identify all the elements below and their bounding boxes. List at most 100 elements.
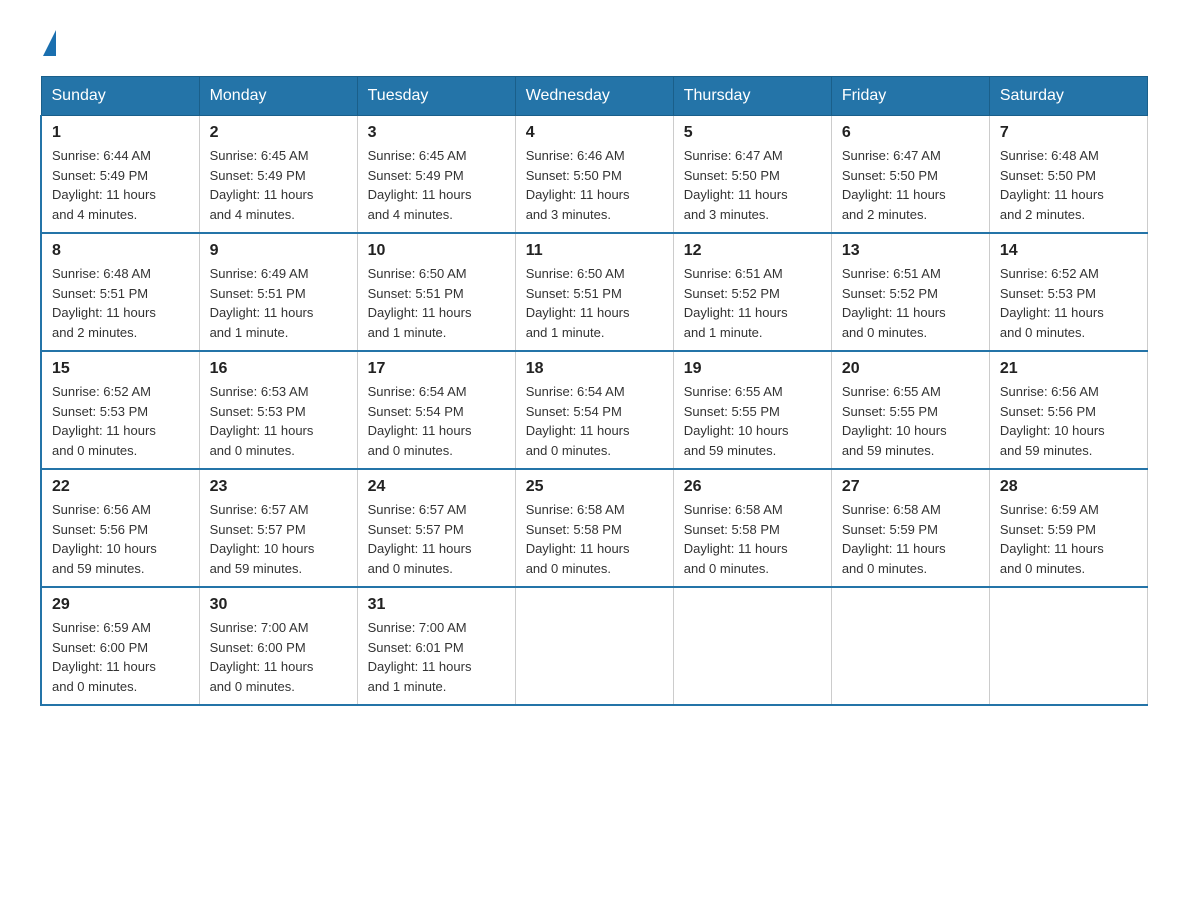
day-number: 13 — [842, 242, 979, 260]
calendar-day-cell: 9 Sunrise: 6:49 AMSunset: 5:51 PMDaylight… — [199, 233, 357, 351]
day-number: 7 — [1000, 124, 1137, 142]
day-info: Sunrise: 6:54 AMSunset: 5:54 PMDaylight:… — [526, 382, 663, 460]
calendar-header: SundayMondayTuesdayWednesdayThursdayFrid… — [41, 77, 1148, 116]
weekday-header-sunday: Sunday — [41, 77, 199, 116]
day-number: 17 — [368, 360, 505, 378]
day-number: 10 — [368, 242, 505, 260]
calendar-day-cell: 21 Sunrise: 6:56 AMSunset: 5:56 PMDayligh… — [989, 351, 1147, 469]
day-number: 5 — [684, 124, 821, 142]
calendar-day-cell — [515, 587, 673, 705]
day-info: Sunrise: 6:49 AMSunset: 5:51 PMDaylight:… — [210, 264, 347, 342]
day-info: Sunrise: 6:47 AMSunset: 5:50 PMDaylight:… — [684, 146, 821, 224]
day-info: Sunrise: 6:56 AMSunset: 5:56 PMDaylight:… — [1000, 382, 1137, 460]
day-info: Sunrise: 6:58 AMSunset: 5:58 PMDaylight:… — [526, 500, 663, 578]
day-info: Sunrise: 6:57 AMSunset: 5:57 PMDaylight:… — [368, 500, 505, 578]
day-number: 11 — [526, 242, 663, 260]
day-info: Sunrise: 7:00 AMSunset: 6:00 PMDaylight:… — [210, 618, 347, 696]
day-number: 21 — [1000, 360, 1137, 378]
calendar-day-cell — [673, 587, 831, 705]
calendar-day-cell: 19 Sunrise: 6:55 AMSunset: 5:55 PMDayligh… — [673, 351, 831, 469]
calendar-week-row: 29 Sunrise: 6:59 AMSunset: 6:00 PMDayligh… — [41, 587, 1148, 705]
calendar-day-cell: 1Sunrise: 6:44 AMSunset: 5:49 PMDaylight… — [41, 116, 199, 234]
calendar-day-cell: 12 Sunrise: 6:51 AMSunset: 5:52 PMDayligh… — [673, 233, 831, 351]
calendar-day-cell: 2 Sunrise: 6:45 AMSunset: 5:49 PMDaylight… — [199, 116, 357, 234]
calendar-day-cell — [989, 587, 1147, 705]
calendar-day-cell: 11 Sunrise: 6:50 AMSunset: 5:51 PMDayligh… — [515, 233, 673, 351]
weekday-header-saturday: Saturday — [989, 77, 1147, 116]
day-info: Sunrise: 7:00 AMSunset: 6:01 PMDaylight:… — [368, 618, 505, 696]
calendar-day-cell: 17 Sunrise: 6:54 AMSunset: 5:54 PMDayligh… — [357, 351, 515, 469]
calendar-day-cell: 15 Sunrise: 6:52 AMSunset: 5:53 PMDayligh… — [41, 351, 199, 469]
calendar-week-row: 15 Sunrise: 6:52 AMSunset: 5:53 PMDayligh… — [41, 351, 1148, 469]
calendar-day-cell: 6 Sunrise: 6:47 AMSunset: 5:50 PMDaylight… — [831, 116, 989, 234]
weekday-header-tuesday: Tuesday — [357, 77, 515, 116]
day-info: Sunrise: 6:54 AMSunset: 5:54 PMDaylight:… — [368, 382, 505, 460]
weekday-header-thursday: Thursday — [673, 77, 831, 116]
page-header — [40, 30, 1148, 56]
calendar-day-cell — [831, 587, 989, 705]
day-number: 25 — [526, 478, 663, 496]
weekday-header-monday: Monday — [199, 77, 357, 116]
day-number: 27 — [842, 478, 979, 496]
calendar-day-cell: 5 Sunrise: 6:47 AMSunset: 5:50 PMDaylight… — [673, 116, 831, 234]
day-info: Sunrise: 6:58 AMSunset: 5:59 PMDaylight:… — [842, 500, 979, 578]
day-info: Sunrise: 6:48 AMSunset: 5:50 PMDaylight:… — [1000, 146, 1137, 224]
day-number: 14 — [1000, 242, 1137, 260]
day-info: Sunrise: 6:52 AMSunset: 5:53 PMDaylight:… — [1000, 264, 1137, 342]
day-info: Sunrise: 6:45 AMSunset: 5:49 PMDaylight:… — [368, 146, 505, 224]
calendar-week-row: 8 Sunrise: 6:48 AMSunset: 5:51 PMDaylight… — [41, 233, 1148, 351]
day-info: Sunrise: 6:58 AMSunset: 5:58 PMDaylight:… — [684, 500, 821, 578]
calendar-day-cell: 4Sunrise: 6:46 AMSunset: 5:50 PMDaylight… — [515, 116, 673, 234]
day-info: Sunrise: 6:45 AMSunset: 5:49 PMDaylight:… — [210, 146, 347, 224]
day-number: 31 — [368, 596, 505, 614]
day-number: 24 — [368, 478, 505, 496]
calendar-day-cell: 13 Sunrise: 6:51 AMSunset: 5:52 PMDayligh… — [831, 233, 989, 351]
day-info: Sunrise: 6:46 AMSunset: 5:50 PMDaylight:… — [526, 146, 663, 224]
day-info: Sunrise: 6:50 AMSunset: 5:51 PMDaylight:… — [526, 264, 663, 342]
day-number: 12 — [684, 242, 821, 260]
calendar-day-cell: 25 Sunrise: 6:58 AMSunset: 5:58 PMDayligh… — [515, 469, 673, 587]
logo — [40, 30, 56, 56]
calendar-day-cell: 29 Sunrise: 6:59 AMSunset: 6:00 PMDayligh… — [41, 587, 199, 705]
day-number: 8 — [52, 242, 189, 260]
calendar-day-cell: 16Sunrise: 6:53 AMSunset: 5:53 PMDayligh… — [199, 351, 357, 469]
calendar-day-cell: 30Sunrise: 7:00 AMSunset: 6:00 PMDayligh… — [199, 587, 357, 705]
day-number: 18 — [526, 360, 663, 378]
day-info: Sunrise: 6:47 AMSunset: 5:50 PMDaylight:… — [842, 146, 979, 224]
calendar-day-cell: 18 Sunrise: 6:54 AMSunset: 5:54 PMDayligh… — [515, 351, 673, 469]
day-info: Sunrise: 6:51 AMSunset: 5:52 PMDaylight:… — [684, 264, 821, 342]
day-info: Sunrise: 6:59 AMSunset: 6:00 PMDaylight:… — [52, 618, 189, 696]
day-info: Sunrise: 6:51 AMSunset: 5:52 PMDaylight:… — [842, 264, 979, 342]
calendar-day-cell: 10 Sunrise: 6:50 AMSunset: 5:51 PMDayligh… — [357, 233, 515, 351]
day-info: Sunrise: 6:48 AMSunset: 5:51 PMDaylight:… — [52, 264, 189, 342]
day-number: 29 — [52, 596, 189, 614]
day-number: 19 — [684, 360, 821, 378]
weekday-header-wednesday: Wednesday — [515, 77, 673, 116]
day-number: 20 — [842, 360, 979, 378]
calendar-day-cell: 14 Sunrise: 6:52 AMSunset: 5:53 PMDayligh… — [989, 233, 1147, 351]
day-number: 2 — [210, 124, 347, 142]
calendar-body: 1Sunrise: 6:44 AMSunset: 5:49 PMDaylight… — [41, 116, 1148, 706]
calendar-week-row: 1Sunrise: 6:44 AMSunset: 5:49 PMDaylight… — [41, 116, 1148, 234]
calendar-day-cell: 23Sunrise: 6:57 AMSunset: 5:57 PMDayligh… — [199, 469, 357, 587]
weekday-header-row: SundayMondayTuesdayWednesdayThursdayFrid… — [41, 77, 1148, 116]
calendar-day-cell: 28Sunrise: 6:59 AMSunset: 5:59 PMDayligh… — [989, 469, 1147, 587]
day-info: Sunrise: 6:50 AMSunset: 5:51 PMDaylight:… — [368, 264, 505, 342]
day-number: 6 — [842, 124, 979, 142]
calendar-week-row: 22Sunrise: 6:56 AMSunset: 5:56 PMDayligh… — [41, 469, 1148, 587]
logo-text — [40, 30, 56, 56]
day-number: 15 — [52, 360, 189, 378]
day-info: Sunrise: 6:55 AMSunset: 5:55 PMDaylight:… — [842, 382, 979, 460]
day-info: Sunrise: 6:55 AMSunset: 5:55 PMDaylight:… — [684, 382, 821, 460]
calendar-day-cell: 3Sunrise: 6:45 AMSunset: 5:49 PMDaylight… — [357, 116, 515, 234]
day-info: Sunrise: 6:59 AMSunset: 5:59 PMDaylight:… — [1000, 500, 1137, 578]
day-info: Sunrise: 6:56 AMSunset: 5:56 PMDaylight:… — [52, 500, 189, 578]
calendar-day-cell: 31 Sunrise: 7:00 AMSunset: 6:01 PMDayligh… — [357, 587, 515, 705]
day-info: Sunrise: 6:57 AMSunset: 5:57 PMDaylight:… — [210, 500, 347, 578]
weekday-header-friday: Friday — [831, 77, 989, 116]
calendar-day-cell: 26Sunrise: 6:58 AMSunset: 5:58 PMDayligh… — [673, 469, 831, 587]
day-info: Sunrise: 6:52 AMSunset: 5:53 PMDaylight:… — [52, 382, 189, 460]
day-number: 9 — [210, 242, 347, 260]
calendar-day-cell: 24 Sunrise: 6:57 AMSunset: 5:57 PMDayligh… — [357, 469, 515, 587]
day-info: Sunrise: 6:44 AMSunset: 5:49 PMDaylight:… — [52, 146, 189, 224]
